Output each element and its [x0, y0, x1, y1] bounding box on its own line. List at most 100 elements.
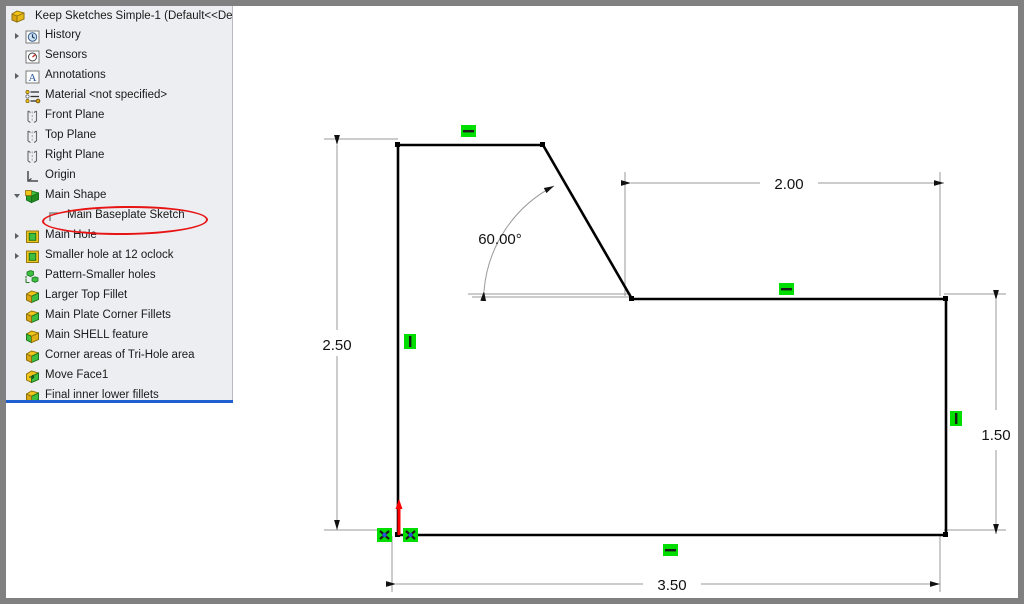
tree-bottom-divider [6, 400, 233, 403]
document-title-row[interactable]: Keep Sketches Simple-1 (Default<<Default… [6, 6, 233, 26]
tree-item-move-face1[interactable]: Move Face1 [6, 366, 233, 386]
chevron-right-icon [15, 253, 19, 259]
plane-icon [24, 128, 41, 145]
plane-icon [24, 108, 41, 125]
relation-vertical-left[interactable] [404, 334, 416, 349]
tree-item-larger-top-fillet[interactable]: Larger Top Fillet [6, 286, 233, 306]
dimension-value-1.50: 1.50 [981, 427, 1010, 444]
tree-item-label: Main Baseplate Sketch [67, 209, 185, 222]
tree-expander-placeholder [10, 166, 24, 186]
tree-item-label: Annotations [45, 69, 106, 82]
fillet-icon [24, 308, 41, 325]
feature-manager-tree[interactable]: Keep Sketches Simple-1 (Default<<Default… [6, 6, 233, 400]
tree-item-label: Sensors [45, 49, 88, 62]
pattern-icon [24, 268, 41, 285]
tree-expander[interactable] [10, 186, 24, 206]
tree-item-label: Main SHELL feature [45, 329, 149, 342]
document-title: Keep Sketches Simple-1 (Default<<Default… [35, 10, 233, 22]
tree-item-origin[interactable]: Origin [6, 166, 233, 186]
tree-item-label: Move Face1 [45, 369, 109, 382]
tree-expander[interactable] [10, 26, 24, 46]
dimension-value-2.00: 2.00 [774, 176, 803, 193]
tree-item-corner-areas-of-tri-hole-area[interactable]: Corner areas of Tri-Hole area [6, 346, 233, 366]
tree-item-label: Corner areas of Tri-Hole area [45, 349, 195, 362]
tree-row-container[interactable]: History Sensors A Annotations Material <not … [6, 26, 233, 400]
tree-expander-placeholder [10, 306, 24, 326]
sketch-endpoints [395, 142, 948, 537]
tree-item-front-plane[interactable]: Front Plane [6, 106, 233, 126]
tree-expander-placeholder [10, 266, 24, 286]
tree-expander-placeholder [10, 366, 24, 386]
tree-item-main-shape[interactable]: Main Shape [6, 186, 233, 206]
annotations-icon: A [24, 68, 41, 85]
relation-horizontal-ledge[interactable] [779, 283, 794, 295]
tree-item-material-not-specified[interactable]: Material <not specified> [6, 86, 233, 106]
origin-icon [24, 168, 41, 185]
dimension-2.50[interactable]: 2.50 [322, 135, 352, 530]
tree-item-label: Top Plane [45, 129, 97, 142]
tree-item-main-shell-feature[interactable]: Main SHELL feature [6, 326, 233, 346]
extension-lines [324, 138, 1006, 592]
tree-item-label: History [45, 29, 81, 42]
tree-expander[interactable] [10, 226, 24, 246]
tree-expander-placeholder [32, 206, 46, 226]
tree-expander-placeholder [10, 286, 24, 306]
fillet-icon [24, 388, 41, 400]
tree-expander-placeholder [10, 86, 24, 106]
chevron-right-icon [15, 73, 19, 79]
shell-icon [24, 328, 41, 345]
sensors-icon [24, 48, 41, 65]
tree-item-top-plane[interactable]: Top Plane [6, 126, 233, 146]
tree-item-label: Final inner lower fillets [45, 389, 159, 400]
fillet-icon [24, 348, 41, 365]
tree-expander-placeholder [10, 126, 24, 146]
tree-item-label: Smaller hole at 12 oclock [45, 249, 174, 262]
tree-expander-placeholder [10, 346, 24, 366]
relation-coincident-b[interactable] [403, 528, 418, 542]
solidworks-window: 2.50 60.00° 2.00 1.50 3.50 Keep Sketches… [6, 6, 1018, 598]
relation-coincident-a[interactable] [377, 528, 392, 542]
material-icon [24, 88, 41, 105]
dimension-1.50[interactable]: 1.50 [981, 290, 1011, 534]
tree-expander[interactable] [10, 66, 24, 86]
dimension-value-3.50: 3.50 [657, 577, 686, 594]
tree-item-main-hole[interactable]: Main Hole [6, 226, 233, 246]
tree-item-final-inner-lower-fillets[interactable]: Final inner lower fillets [6, 386, 233, 400]
svg-text:A: A [29, 72, 37, 84]
tree-expander-placeholder [10, 386, 24, 400]
tree-item-annotations[interactable]: A Annotations [6, 66, 233, 86]
dimension-3.50[interactable]: 3.50 [386, 577, 940, 594]
sketch-icon [46, 208, 63, 225]
relation-horizontal-top[interactable] [461, 125, 476, 137]
sketch-profile[interactable] [396, 143, 948, 537]
fillet-icon [24, 288, 41, 305]
feature-boss-icon [24, 188, 41, 205]
tree-item-main-baseplate-sketch[interactable]: Main Baseplate Sketch [6, 206, 233, 226]
tree-item-label: Origin [45, 169, 76, 182]
solidworks-part-icon [10, 8, 27, 25]
tree-item-label: Main Hole [45, 229, 97, 242]
feature-cut-icon [24, 228, 41, 245]
tree-item-sensors[interactable]: Sensors [6, 46, 233, 66]
tree-item-right-plane[interactable]: Right Plane [6, 146, 233, 166]
tree-item-label: Larger Top Fillet [45, 289, 128, 302]
tree-item-label: Material <not specified> [45, 89, 168, 102]
history-icon [24, 28, 41, 45]
relation-horizontal-bottom[interactable] [663, 544, 678, 556]
relation-vertical-right[interactable] [950, 411, 962, 426]
dimension-value-angle: 60.00° [478, 231, 522, 248]
tree-item-pattern-smaller-holes[interactable]: Pattern-Smaller holes [6, 266, 233, 286]
move-face-icon [24, 368, 41, 385]
tree-expander[interactable] [10, 246, 24, 266]
tree-item-smaller-hole-at-12-oclock[interactable]: Smaller hole at 12 oclock [6, 246, 233, 266]
tree-item-label: Right Plane [45, 149, 105, 162]
tree-item-main-plate-corner-fillets[interactable]: Main Plate Corner Fillets [6, 306, 233, 326]
dimension-angle[interactable]: 60.00° [472, 185, 634, 302]
chevron-right-icon [15, 233, 19, 239]
tree-item-history[interactable]: History [6, 26, 233, 46]
tree-expander-placeholder [10, 146, 24, 166]
tree-expander-placeholder [10, 46, 24, 66]
tree-item-label: Main Plate Corner Fillets [45, 309, 171, 322]
sketch-origin[interactable] [395, 499, 403, 535]
dimension-2.00[interactable]: 2.00 [621, 176, 944, 193]
